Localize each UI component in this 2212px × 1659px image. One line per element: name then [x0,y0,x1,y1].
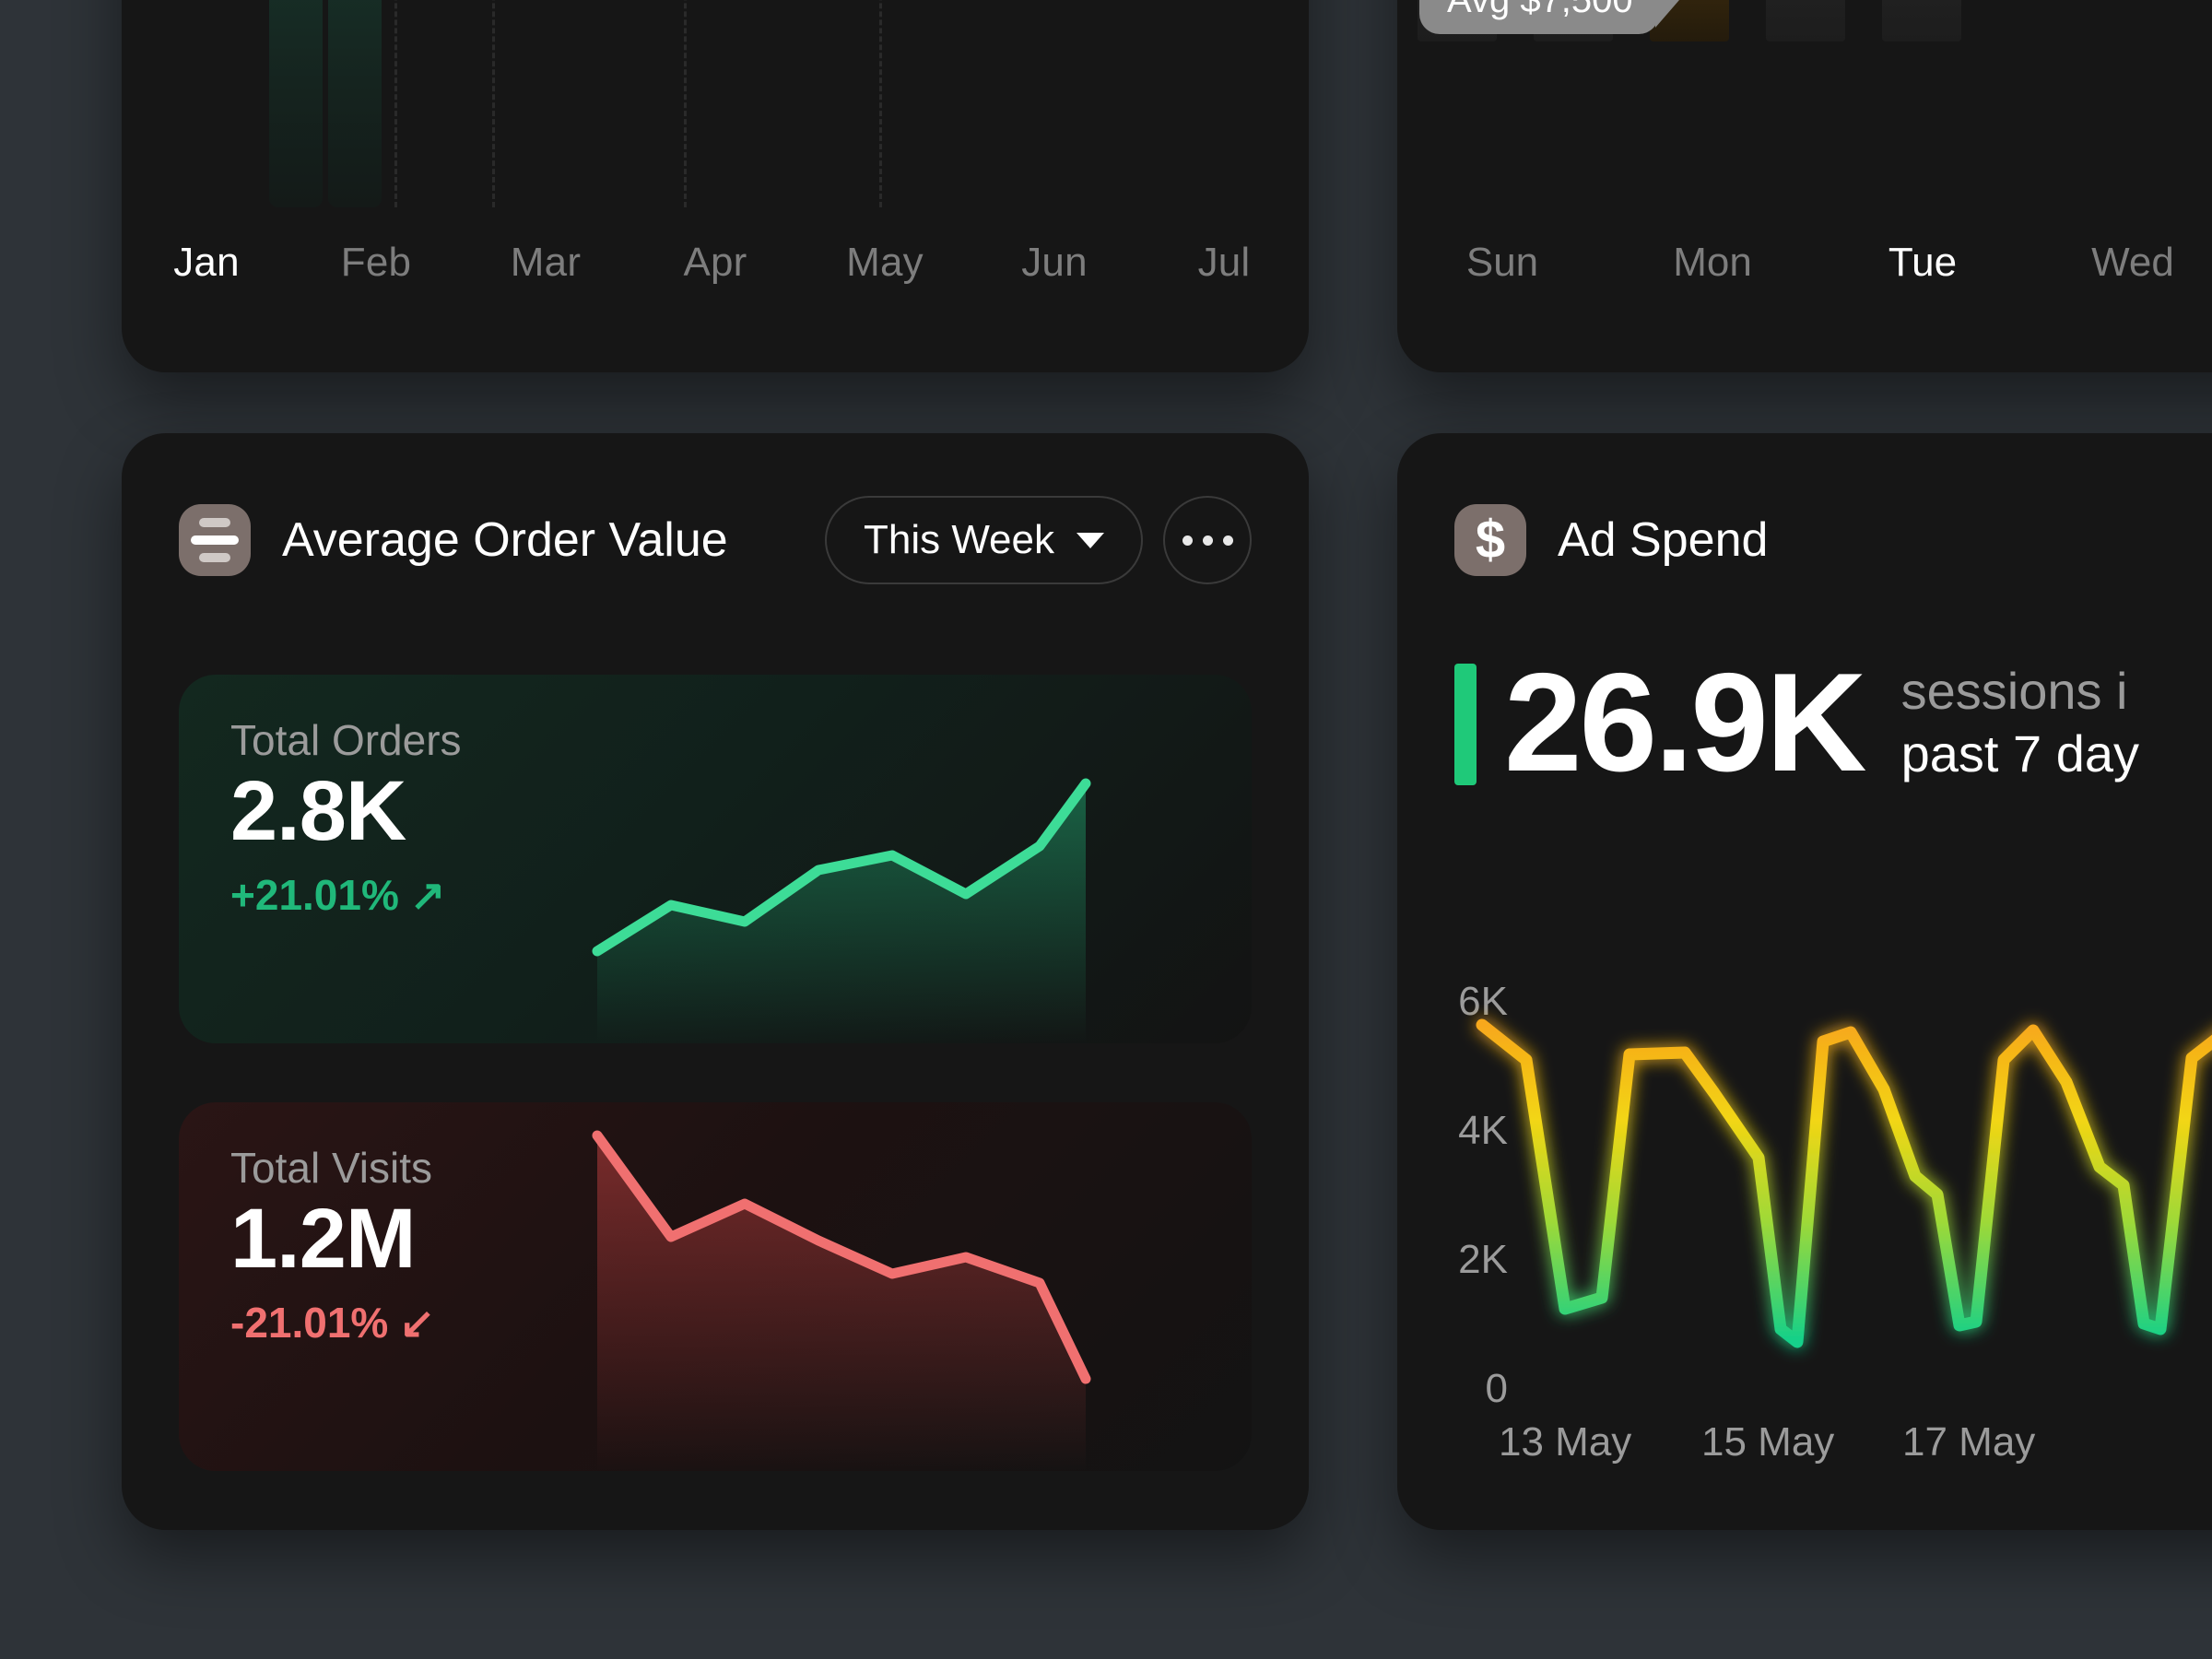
total-visits-panel[interactable]: Total Visits 1.2M -21.01% ↙ [179,1102,1252,1471]
total-visits-sparkline [592,1130,1091,1471]
period-dropdown-label: This Week [863,517,1054,562]
ad-spend-header: $ Ad Spend [1454,490,2212,590]
grid-dash-line [684,0,687,207]
arrow-down-left-icon: ↙ [399,1299,435,1347]
sort-line-top [199,518,230,527]
day-tick-mon[interactable]: Mon [1607,240,1818,286]
ad-spend-metric-value: 26.9K [1504,644,1867,801]
ad-spend-title: Ad Spend [1558,513,1769,567]
more-options-button[interactable] [1163,496,1252,584]
x-tick-13-may: 13 May [1499,1419,1632,1465]
month-tick-jun[interactable]: Jun [970,240,1139,286]
revenue-card: Jan Feb Mar Apr May Jun Jul [122,0,1309,372]
bar-jan[interactable] [269,0,323,207]
total-visits-value: 1.2M [230,1192,417,1286]
day-tick-wed[interactable]: Wed [2028,240,2212,286]
ad-spend-card: $ Ad Spend This 26.9K sessions i past 7 … [1397,433,2212,1530]
month-tick-jan[interactable]: Jan [122,240,291,286]
aov-card-header: Average Order Value This Week [179,490,1252,590]
chevron-down-icon [1077,532,1104,548]
x-tick-15-may: 15 May [1701,1419,1835,1465]
caption-line-1: sessions i [1900,662,2128,720]
dot [1202,535,1213,546]
day-tick-sun[interactable]: Sun [1397,240,1607,286]
month-tick-feb[interactable]: Feb [291,240,461,286]
total-orders-delta-value: +21.01% [230,871,399,919]
total-visits-label: Total Visits [230,1144,433,1192]
day-tick-tue[interactable]: Tue [1818,240,2028,286]
weekly-day-axis: Sun Mon Tue Wed Thu [1397,207,2212,318]
average-order-value-card: Average Order Value This Week Total Orde… [122,433,1309,1530]
ad-spend-metric: 26.9K sessions i past 7 day [1454,653,2139,793]
aov-title: Average Order Value [282,513,728,567]
total-visits-delta: -21.01% ↙ [230,1298,435,1347]
grid-dash-line [394,0,397,207]
total-orders-panel[interactable]: Total Orders 2.8K +21.01% ↗ [179,675,1252,1043]
weekly-card: Sun Mon Tue Wed Thu [1397,0,2212,372]
caption-line-2: past 7 day [1900,724,2140,783]
sort-line-mid [191,535,239,545]
ad-spend-metric-caption: sessions i past 7 day [1901,660,2139,786]
period-dropdown[interactable]: This Week [824,496,1143,584]
total-orders-value: 2.8K [230,764,406,858]
total-orders-label: Total Orders [230,716,462,764]
month-tick-mar[interactable]: Mar [461,240,630,286]
month-tick-apr[interactable]: Apr [630,240,800,286]
dot [1222,535,1233,546]
sort-lines-icon [179,504,251,576]
accent-bar [1454,664,1477,785]
month-tick-may[interactable]: May [800,240,970,286]
revenue-bar-chart [122,0,1309,207]
sort-line-bottom [199,553,230,562]
dot [1182,535,1193,546]
bar-jan-b[interactable] [328,0,382,207]
total-visits-delta-value: -21.01% [230,1299,389,1347]
grid-dash-line [879,0,882,207]
month-tick-jul[interactable]: Jul [1139,240,1309,286]
avg-tooltip: Avg $7,500 [1419,0,1679,34]
dashboard-root: Jan Feb Mar Apr May Jun Jul Sun Mon Tue … [0,0,2212,1659]
ad-spend-line-chart [1476,1018,2212,1348]
total-orders-sparkline [592,778,1091,1043]
total-orders-delta: +21.01% ↗ [230,870,445,920]
x-tick-17-may: 17 May [1902,1419,2036,1465]
bar-wed[interactable] [1766,0,1845,41]
arrow-up-right-icon: ↗ [409,871,446,919]
revenue-month-axis: Jan Feb Mar Apr May Jun Jul [122,207,1309,318]
dollar-icon: $ [1454,504,1526,576]
bar-thu[interactable] [1882,0,1961,41]
grid-dash-line [492,0,495,207]
